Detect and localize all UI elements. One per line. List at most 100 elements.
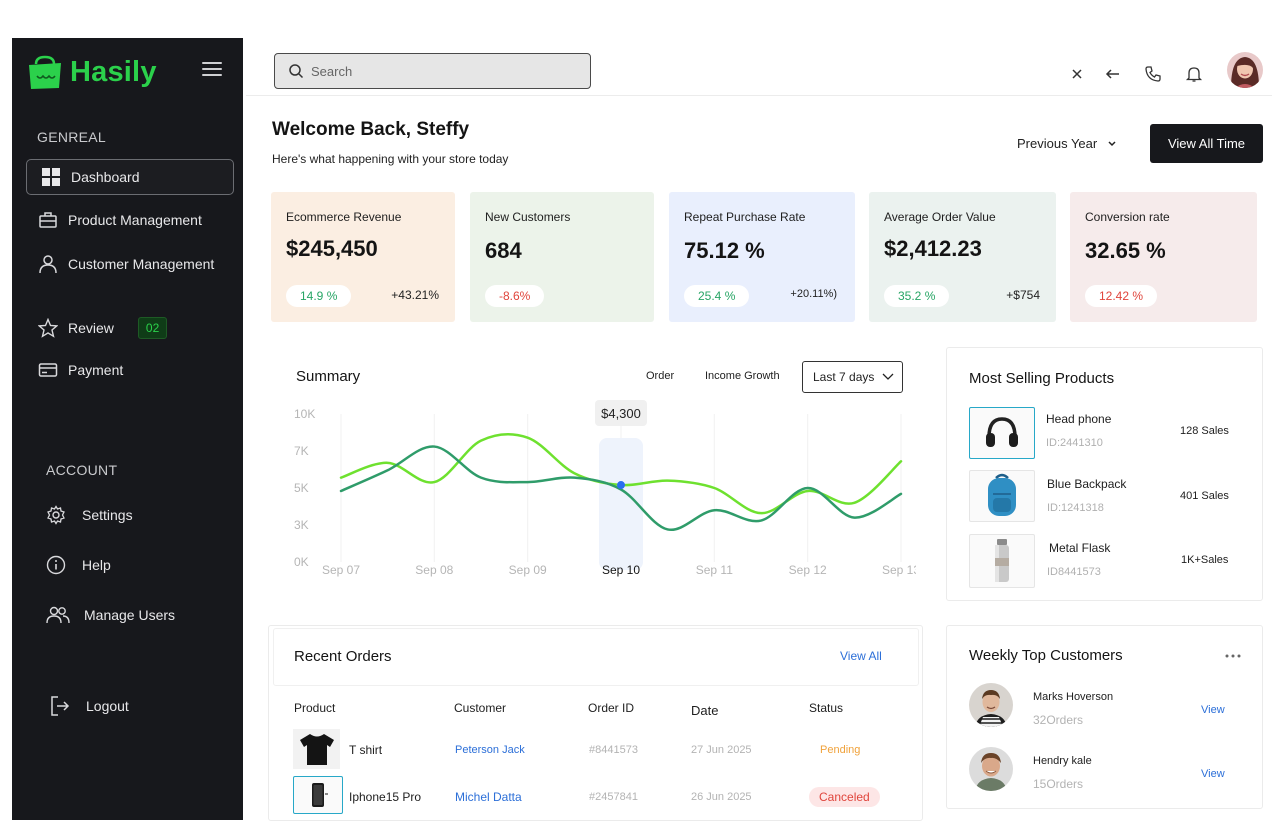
logout-button[interactable]: Logout: [48, 694, 129, 718]
sidebar-item-help[interactable]: Help: [46, 555, 111, 575]
product-thumbnail: [293, 776, 343, 814]
close-icon[interactable]: [1068, 65, 1086, 83]
kpi-label: Conversion rate: [1085, 210, 1170, 224]
brand-logo[interactable]: Hasily: [26, 54, 157, 90]
x-tick-label: Sep 08: [415, 563, 453, 577]
product-thumbnail: [293, 729, 340, 769]
card-icon: [38, 363, 58, 377]
tooltip-value: $4,300: [601, 406, 641, 421]
customer-avatar[interactable]: [969, 747, 1013, 791]
product-thumbnail[interactable]: [969, 470, 1035, 522]
highlight-point: [617, 481, 625, 490]
user-icon: [39, 255, 57, 274]
bell-icon[interactable]: [1185, 65, 1203, 83]
view-customer-link[interactable]: View: [1201, 768, 1225, 780]
kpi-card-revenue: Ecommerce Revenue $245,450 14.9 % +43.21…: [271, 192, 455, 322]
kpi-card-new-customers: New Customers 684 -8.6%: [470, 192, 654, 322]
sidebar-item-settings[interactable]: Settings: [46, 505, 133, 525]
logout-label: Logout: [86, 698, 129, 714]
kpi-change-chip: 25.4 %: [684, 285, 750, 307]
phone-icon[interactable]: [1144, 65, 1162, 83]
kpi-label: Repeat Purchase Rate: [684, 210, 806, 224]
account-section-label: ACCOUNT: [46, 462, 118, 478]
weekly-top-customers-card: Weekly Top Customers Marks Hoverson 32Or…: [946, 625, 1263, 809]
gear-icon: [47, 505, 65, 525]
order-product-name: T shirt: [349, 743, 383, 757]
kpi-delta: +43.21%: [391, 288, 439, 302]
star-icon: [38, 318, 58, 338]
view-all-orders-link[interactable]: View All: [840, 649, 882, 663]
search-input[interactable]: [311, 63, 571, 79]
y-tick-label: 0K: [294, 555, 309, 569]
user-avatar[interactable]: [1227, 52, 1263, 88]
y-tick-label: 5K: [294, 481, 309, 495]
order-date: 27 Jun 2025: [691, 744, 752, 756]
kpi-value: 684: [485, 238, 522, 263]
period-dropdown[interactable]: Previous Year: [1017, 136, 1117, 151]
order-product-name: Iphone15 Pro: [349, 790, 422, 804]
kpi-change-chip: 12.42 %: [1085, 285, 1158, 307]
sidebar-item-manage-users[interactable]: Manage Users: [46, 605, 175, 625]
sidebar-item-label: Manage Users: [84, 607, 176, 623]
sidebar: Hasily GENREAL Dashboard Product Managem…: [12, 38, 243, 820]
y-tick-label: 7K: [294, 444, 309, 458]
order-customer-link[interactable]: Peterson Jack: [455, 744, 525, 756]
kpi-delta: +$754: [1006, 288, 1040, 302]
customer-avatar[interactable]: [969, 683, 1013, 727]
x-tick-label: Sep 12: [789, 563, 827, 577]
x-tick-label: Sep 07: [322, 563, 360, 577]
brand-name: Hasily: [70, 55, 157, 88]
flask-icon: [995, 539, 1009, 582]
x-tick-label: Sep 10: [602, 563, 640, 577]
sidebar-item-label: Settings: [82, 507, 133, 523]
kpi-label: Average Order Value: [884, 210, 996, 224]
product-sales: 1K+Sales: [1181, 554, 1229, 566]
menu-toggle-icon[interactable]: [202, 62, 222, 78]
x-tick-label: Sep 13: [882, 563, 916, 577]
x-tick-label: Sep 09: [509, 563, 547, 577]
order-customer-link[interactable]: Michel Datta: [455, 790, 522, 804]
back-arrow-icon[interactable]: [1104, 65, 1122, 83]
tab-income-growth[interactable]: Income Growth: [705, 370, 780, 382]
sidebar-item-label: Help: [82, 557, 111, 573]
product-id: ID8441573: [1047, 566, 1101, 578]
page-subtitle: Here's what happening with your store to…: [272, 152, 509, 166]
status-badge: Pending: [820, 744, 861, 756]
most-selling-products-card: Most Selling Products Head phone ID:2441…: [946, 347, 1263, 601]
order-id: #8441573: [589, 744, 638, 756]
summary-line-chart: 10K 7K 5K 3K 0K Sep 07 Sep 08 Sep 09 Sep 10 Sep 1…: [294, 400, 916, 577]
sidebar-item-customer-management[interactable]: Customer Management: [38, 254, 214, 274]
product-thumbnail[interactable]: [969, 534, 1035, 588]
kpi-value: $245,450: [286, 236, 378, 261]
view-all-time-button[interactable]: View All Time: [1150, 124, 1263, 163]
kpi-change-chip: 35.2 %: [884, 285, 950, 307]
chevron-down-icon: [1108, 140, 1116, 146]
kpi-card-conversion-rate: Conversion rate 32.65 % 12.42 %: [1070, 192, 1257, 322]
product-thumbnail[interactable]: [969, 407, 1035, 459]
status-badge: Canceled: [809, 787, 880, 807]
column-header-date: Date: [691, 703, 719, 718]
tab-order[interactable]: Order: [646, 370, 674, 382]
range-dropdown-label: Last 7 days: [813, 370, 875, 384]
product-name: Metal Flask: [1049, 541, 1111, 555]
sidebar-item-dashboard[interactable]: Dashboard: [26, 159, 234, 195]
kpi-value: 75.12 %: [684, 238, 765, 263]
kpi-change-chip: 14.9 %: [286, 285, 352, 307]
recent-orders-title: Recent Orders: [294, 648, 392, 665]
view-customer-link[interactable]: View: [1201, 704, 1225, 716]
search-box[interactable]: [274, 53, 591, 89]
range-dropdown[interactable]: Last 7 days: [802, 361, 903, 393]
kpi-card-repeat-purchase: Repeat Purchase Rate 75.12 % 25.4 % +20.…: [669, 192, 855, 322]
sidebar-item-label: Customer Management: [68, 256, 215, 272]
sidebar-item-product-management[interactable]: Product Management: [38, 210, 202, 230]
sidebar-item-payment[interactable]: Payment: [38, 360, 123, 380]
summary-title: Summary: [296, 368, 361, 385]
weekly-customers-title: Weekly Top Customers: [969, 647, 1123, 664]
more-options-icon[interactable]: [1225, 654, 1241, 658]
logout-icon: [51, 696, 70, 716]
sidebar-item-review[interactable]: Review 02: [38, 317, 168, 339]
users-icon: [46, 606, 70, 624]
product-id: ID:1241318: [1047, 502, 1104, 514]
product-id: ID:2441310: [1046, 437, 1103, 449]
phone-product-icon: [312, 783, 328, 807]
